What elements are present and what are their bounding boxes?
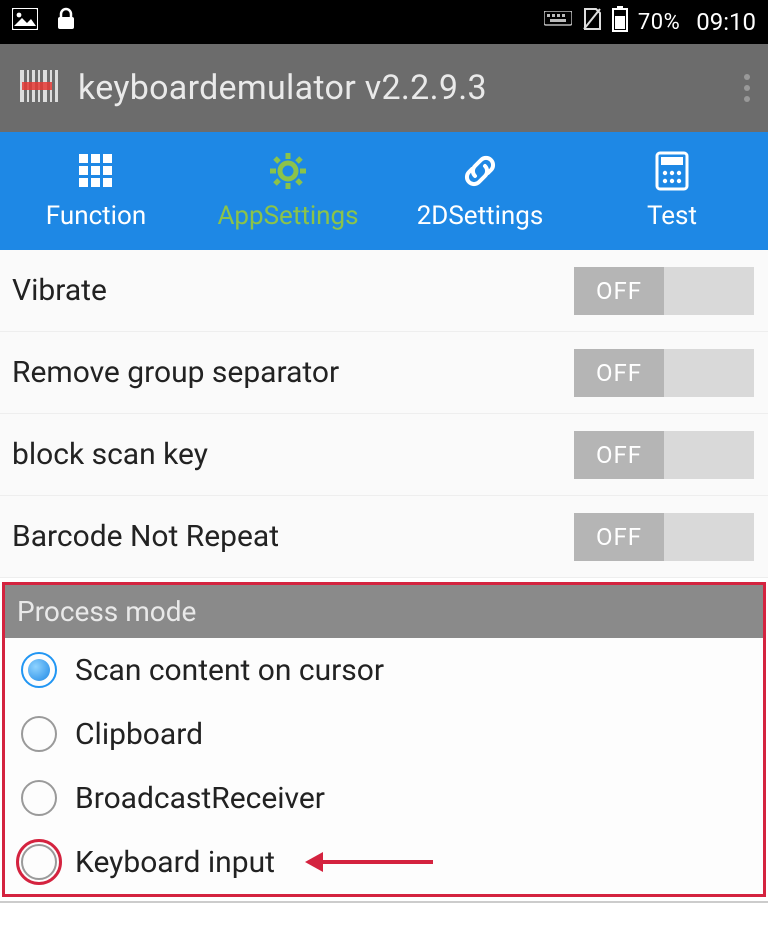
no-sim-icon — [582, 7, 602, 37]
toggle-vibrate[interactable]: OFF — [574, 267, 754, 315]
battery-icon — [612, 6, 628, 38]
process-mode-section: Process mode Scan content on cursor Clip… — [2, 582, 766, 897]
section-header: Process mode — [5, 585, 763, 638]
status-bar: 70% 09:10 — [0, 0, 768, 44]
tab-function[interactable]: Function — [0, 132, 192, 250]
radio-label: BroadcastReceiver — [75, 781, 325, 816]
radio-icon — [21, 844, 57, 880]
barcode-icon — [18, 66, 64, 110]
app-title: keyboardemulator v2.2.9.3 — [78, 68, 487, 108]
setting-block-scan-key[interactable]: block scan key OFF — [0, 414, 768, 496]
lock-icon — [56, 7, 76, 37]
tab-appsettings[interactable]: AppSettings — [192, 132, 384, 250]
keyboard-icon — [544, 10, 572, 35]
setting-remove-group-separator[interactable]: Remove group separator OFF — [0, 332, 768, 414]
setting-vibrate[interactable]: Vibrate OFF — [0, 250, 768, 332]
radio-label: Keyboard input — [75, 845, 275, 880]
radio-label: Clipboard — [75, 717, 203, 752]
radio-broadcastreceiver[interactable]: BroadcastReceiver — [5, 766, 763, 830]
setting-label: Remove group separator — [12, 355, 339, 390]
tab-label: 2DSettings — [417, 201, 544, 231]
toggle-barcode-not-repeat[interactable]: OFF — [574, 513, 754, 561]
divider — [0, 901, 768, 903]
app-bar: keyboardemulator v2.2.9.3 — [0, 44, 768, 132]
annotation-arrow-icon — [305, 852, 433, 872]
tab-label: Function — [46, 201, 146, 231]
setting-barcode-not-repeat[interactable]: Barcode Not Repeat OFF — [0, 496, 768, 578]
tab-test[interactable]: Test — [576, 132, 768, 250]
status-time: 09:10 — [696, 8, 756, 36]
toggle-block-scan-key[interactable]: OFF — [574, 431, 754, 479]
toggle-state: OFF — [574, 513, 664, 561]
image-icon — [12, 8, 38, 36]
setting-label: Barcode Not Repeat — [12, 519, 279, 554]
toggle-state: OFF — [574, 431, 664, 479]
gear-icon — [268, 151, 308, 191]
radio-icon — [21, 780, 57, 816]
tab-bar: Function AppSettings 2DSettings — [0, 132, 768, 250]
overflow-menu-icon[interactable] — [744, 74, 750, 102]
battery-percent: 70% — [638, 10, 680, 35]
radio-scan-content-on-cursor[interactable]: Scan content on cursor — [5, 638, 763, 702]
toggle-state: OFF — [574, 349, 664, 397]
radio-label: Scan content on cursor — [75, 653, 384, 688]
tab-label: AppSettings — [217, 201, 358, 231]
setting-label: block scan key — [12, 437, 208, 472]
grid-icon — [77, 151, 115, 191]
radio-icon — [21, 652, 57, 688]
toggle-state: OFF — [574, 267, 664, 315]
tab-label: Test — [647, 201, 697, 231]
radio-keyboard-input[interactable]: Keyboard input — [5, 830, 763, 894]
calculator-icon — [655, 151, 689, 191]
toggle-remove-group-separator[interactable]: OFF — [574, 349, 754, 397]
tab-2dsettings[interactable]: 2DSettings — [384, 132, 576, 250]
settings-list: Vibrate OFF Remove group separator OFF b… — [0, 250, 768, 578]
setting-label: Vibrate — [12, 273, 107, 308]
radio-clipboard[interactable]: Clipboard — [5, 702, 763, 766]
radio-icon — [21, 716, 57, 752]
link-icon — [459, 151, 501, 191]
